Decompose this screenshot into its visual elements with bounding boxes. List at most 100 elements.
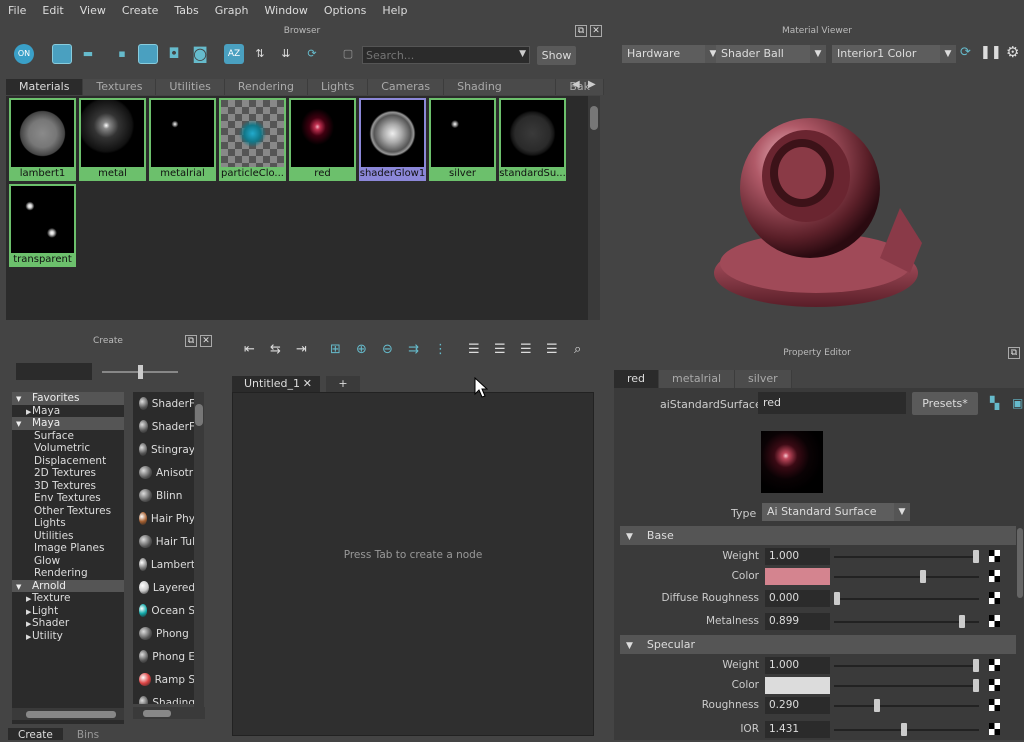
node-type-item[interactable]: ShaderF <box>133 392 195 415</box>
node-type-item[interactable]: Ocean S <box>133 599 195 622</box>
attr-slider[interactable] <box>834 685 979 687</box>
menu-item-create[interactable]: Create <box>114 4 167 17</box>
specular-section-header[interactable]: ▼ Specular <box>620 635 1016 654</box>
xlarge-icons-icon[interactable]: ◙ <box>190 44 210 64</box>
sort-type-icon[interactable]: ⇅ <box>250 44 270 64</box>
tree-item[interactable]: Lights <box>12 517 124 530</box>
swatch-transparent[interactable]: transparent <box>9 184 76 267</box>
small-icons-icon[interactable]: ▪ <box>112 44 132 64</box>
attr-slider[interactable] <box>834 665 979 667</box>
tree-item[interactable]: Surface <box>12 430 124 443</box>
renderer-dropdown[interactable]: Hardware ▼ <box>622 45 721 63</box>
shader-name-field[interactable]: red <box>758 392 906 414</box>
menu-item-help[interactable]: Help <box>374 4 415 17</box>
map-button-icon[interactable] <box>989 615 1000 627</box>
attr-slider[interactable] <box>834 576 979 578</box>
menu-item-edit[interactable]: Edit <box>34 4 71 17</box>
swatch-metal[interactable]: metal <box>79 98 146 181</box>
type-dropdown[interactable]: Ai Standard Surface ▼ <box>762 503 910 521</box>
node-list-hscroll[interactable] <box>133 707 205 719</box>
tree-scrollbar[interactable] <box>12 708 124 720</box>
close-icon[interactable]: ✕ <box>590 25 602 37</box>
tree-item[interactable]: ▼ Maya <box>12 417 124 430</box>
map-button-icon[interactable] <box>989 699 1000 711</box>
menu-item-graph[interactable]: Graph <box>207 4 257 17</box>
tab-shading-groups[interactable]: Shading Groups <box>444 79 557 109</box>
map-button-icon[interactable] <box>989 570 1000 582</box>
tab-scroll-right-icon[interactable]: ▶ <box>588 79 596 90</box>
node-list-scrollbar[interactable] <box>194 392 204 710</box>
graph-layout-icon[interactable]: ⊞ <box>330 342 341 357</box>
tree-item[interactable]: 3D Textures <box>12 480 124 493</box>
tree-item[interactable]: ▶Utility <box>12 630 124 643</box>
attr-value-field[interactable]: 1.431 <box>765 721 830 738</box>
slider-handle[interactable] <box>920 570 927 583</box>
slider-handle[interactable] <box>973 550 979 563</box>
map-button-icon[interactable] <box>989 723 1000 735</box>
tab-silver[interactable]: silver <box>735 370 792 388</box>
tree-item[interactable]: ▶Light <box>12 605 124 618</box>
tree-item[interactable]: Other Textures <box>12 505 124 518</box>
tree-item[interactable]: Utilities <box>12 530 124 543</box>
search-icon[interactable]: ⌕ <box>574 342 581 357</box>
full-mode-icon[interactable]: ☰ <box>520 342 532 357</box>
slider-handle[interactable] <box>834 592 840 605</box>
node-editor-canvas[interactable]: Press Tab to create a node <box>232 392 594 736</box>
slider-handle[interactable] <box>874 699 881 712</box>
node-type-item[interactable]: Ramp S <box>133 668 195 691</box>
close-tab-icon[interactable]: ✕ <box>303 376 312 392</box>
close-icon[interactable]: ✕ <box>200 335 212 347</box>
slider-handle[interactable] <box>959 615 966 628</box>
viewer-canvas[interactable] <box>610 68 1024 338</box>
node-type-item[interactable]: Hair Phy <box>133 507 195 530</box>
slider-handle[interactable] <box>973 679 979 692</box>
refresh-viewer-icon[interactable]: ⟳ <box>960 45 971 60</box>
slider-handle[interactable] <box>900 723 907 736</box>
float-icon[interactable]: ⧉ <box>1008 347 1020 359</box>
float-icon[interactable]: ⧉ <box>575 25 587 37</box>
tree-item[interactable]: ▼ Arnold <box>12 579 124 592</box>
tree-item[interactable]: Displacement <box>12 455 124 468</box>
search-input-box[interactable]: ▼ <box>362 46 530 64</box>
swatch-lambert1[interactable]: lambert1 <box>9 98 76 181</box>
node-type-item[interactable]: Phong E <box>133 645 195 668</box>
custom-mode-icon[interactable]: ☰ <box>546 342 558 357</box>
node-type-item[interactable]: Lambert <box>133 553 195 576</box>
show-button[interactable]: Show <box>537 46 576 65</box>
tab-scroll-left-icon[interactable]: ◀ <box>572 79 580 90</box>
view-icons-icon[interactable] <box>52 44 72 64</box>
editor-tab-untitled[interactable]: Untitled_1 ✕ <box>232 376 320 392</box>
focus-icon[interactable]: ▣ <box>1012 396 1023 410</box>
base-section-header[interactable]: ▼ Base <box>620 526 1016 545</box>
tab-textures[interactable]: Textures <box>83 79 157 95</box>
rearrange-graph-icon[interactable]: ⇉ <box>408 342 419 357</box>
node-type-item[interactable]: Blinn <box>133 484 195 507</box>
menu-item-file[interactable]: File <box>0 4 34 17</box>
node-type-item[interactable]: Stingray <box>133 438 195 461</box>
tree-item[interactable]: Image Planes <box>12 542 124 555</box>
swatch-red[interactable]: red <box>289 98 356 181</box>
attr-value-field[interactable]: 0.000 <box>765 590 830 607</box>
presets-button[interactable]: Presets* <box>912 392 978 415</box>
attr-value-field[interactable]: 1.000 <box>765 548 830 565</box>
settings-icon[interactable]: ⚙ <box>1006 43 1019 61</box>
swatch-standardsu-[interactable]: standardSu... <box>499 98 566 181</box>
tab-metalrial[interactable]: metalrial <box>659 370 735 388</box>
node-type-item[interactable]: Shading <box>133 691 195 704</box>
chevron-down-icon[interactable]: ▼ <box>519 49 526 59</box>
browser-scrollbar[interactable] <box>588 96 600 320</box>
color-swatch[interactable] <box>765 677 830 694</box>
tree-item[interactable]: ▶Maya <box>12 405 124 418</box>
environment-dropdown[interactable]: Interior1 Color ▼ <box>832 45 956 63</box>
tab-bak[interactable]: Bak <box>556 79 604 95</box>
filter-icon[interactable]: ▢ <box>338 44 358 64</box>
tree-item[interactable]: Glow <box>12 555 124 568</box>
tab-materials[interactable]: Materials <box>6 79 84 95</box>
add-tab-button[interactable]: + <box>326 376 360 392</box>
tree-item[interactable]: Volumetric <box>12 442 124 455</box>
sort-alpha-icon[interactable]: AZ <box>224 44 244 64</box>
connected-mode-icon[interactable]: ☰ <box>494 342 506 357</box>
simple-mode-icon[interactable]: ☰ <box>468 342 480 357</box>
menu-item-view[interactable]: View <box>72 4 114 17</box>
slider-handle[interactable] <box>973 659 979 672</box>
